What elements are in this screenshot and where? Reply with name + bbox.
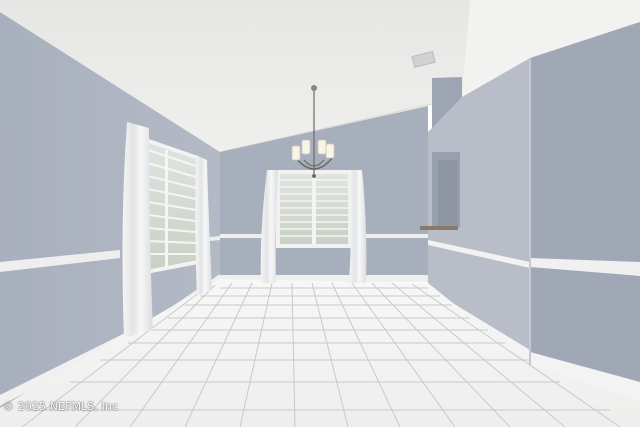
dining-room-photo — [0, 0, 640, 427]
left-curtain-1 — [122, 122, 153, 338]
copyright-watermark: © 2025 NEFMLS, Inc — [3, 400, 119, 413]
left-window — [146, 138, 198, 274]
back-window — [276, 170, 352, 248]
